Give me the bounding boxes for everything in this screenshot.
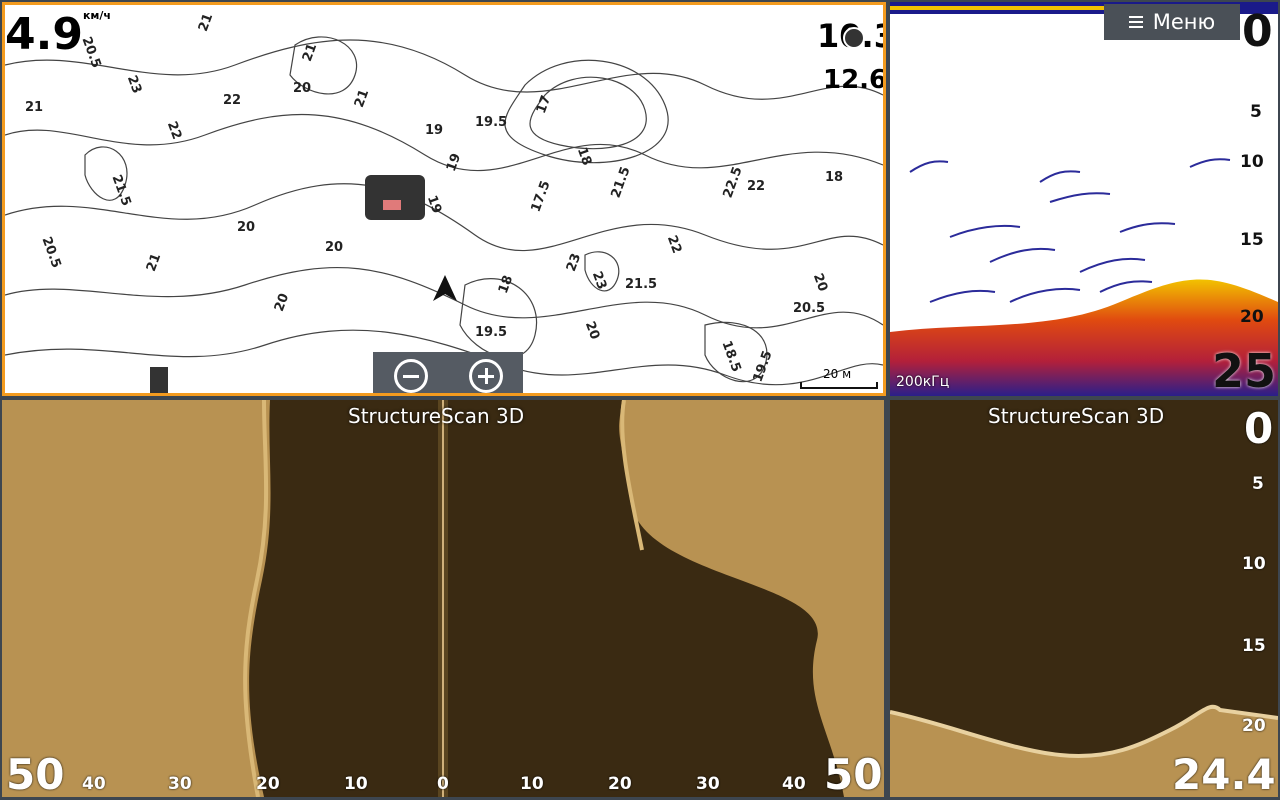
contour-depth-label: 22 [663,233,685,256]
contour-depth-label: 21.5 [625,277,658,292]
sidescan-panel[interactable]: StructureScan 3D 50 50 40 30 20 10 0 10 … [2,400,884,797]
contour-depth-label: 21 [299,41,321,64]
sonar-range: 25 [1212,344,1277,396]
contour-depth-label: 19.5 [475,325,508,340]
sidescan-tick: 10 [520,774,544,794]
contour-depth-label: 18 [495,273,517,296]
contour-depth-label: 21 [195,11,217,34]
contour-depth-label: 20 [271,291,293,314]
contour-label-layer: 21 20 23 21 22 20.5 17 19.5 18 17.5 19 22 21.5 20 20.5… [5,5,883,393]
sidescan-title: StructureScan 3D [348,404,525,428]
sonar-frequency: 200кГц [896,374,950,390]
sidescan-range-left: 50 [6,750,65,797]
contour-depth-label: 23 [563,251,585,274]
contour-depth-label: 21 [143,251,165,274]
downscan-tick: 5 [1252,474,1264,494]
contour-depth-label: 20 [237,220,256,235]
zoom-controls [373,352,523,393]
contour-depth-label: 22 [163,119,185,142]
downscan-tick: 15 [1242,636,1266,656]
speed-unit: км/ч [82,9,111,22]
contour-depth-label: 23 [588,269,610,292]
contour-depth-label: 18 [573,145,595,168]
sidescan-tick: 10 [344,774,368,794]
contour-depth-label: 20 [325,240,344,255]
sidescan-tick: 40 [82,774,106,794]
scale-label: 20 м [823,367,852,381]
contour-depth-label: 23 [123,73,145,96]
speed-value: 4.9 [5,9,83,60]
menu-label: Меню [1152,10,1216,34]
downscan-depth-top: 0 [1244,404,1274,453]
zoom-in-button[interactable] [468,359,503,393]
sidescan-range-right: 50 [824,750,883,797]
contour-depth-label: 18 [825,170,844,185]
contour-depth-label: 22 [747,179,766,194]
sonar-depth-top: 0 [1242,6,1273,57]
sidescan-tick: 30 [168,774,192,794]
chart-panel[interactable]: 21 20 23 21 22 20.5 17 19.5 18 17.5 19 22 21.5 20 20.5… [2,2,886,396]
sonar-panel[interactable]: 0 5 10 15 20 25 200кГц [890,2,1278,396]
downscan-tick: 10 [1242,554,1266,574]
hamburger-icon [1128,16,1143,28]
contour-depth-label: 19 [443,151,465,174]
downscan-panel[interactable]: StructureScan 3D 0 5 10 15 20 24.4 [890,400,1278,797]
downscan-title: StructureScan 3D [988,404,1165,428]
contour-depth-label: 20.5 [793,301,826,316]
contour-depth-label: 20 [809,271,831,294]
sonar-echo-image [890,2,1278,396]
contour-depth-label: 20.5 [38,234,64,271]
secondary-readout: 12.6в [823,65,886,95]
contour-depth-label: 19.5 [475,115,508,130]
compass-icon[interactable] [843,27,865,49]
menu-button[interactable]: Меню [1104,4,1240,40]
contour-depth-label: 17.5 [528,178,554,215]
contour-depth-label: 18.5 [718,338,744,375]
sonar-tick: 20 [1240,307,1264,327]
contour-depth-label: 19 [423,193,445,216]
contour-depth-label: 22.5 [720,164,746,201]
contour-depth-label: 21 [351,87,373,110]
sidescan-tick: 0 [437,774,449,794]
sonar-tick: 5 [1250,102,1262,122]
contour-depth-label: 20 [293,81,312,96]
speed-readout: 4.9км/ч [5,9,111,60]
zoom-out-button[interactable] [393,359,428,393]
contour-depth-label: 17 [533,93,555,116]
contour-depth-label: 20 [581,319,603,342]
sidescan-tick: 20 [256,774,280,794]
contour-depth-label: 21.5 [608,164,634,201]
sidescan-tick: 40 [782,774,806,794]
contour-depth-label: 21.5 [108,172,134,209]
downscan-tick: 20 [1242,716,1266,736]
contour-depth-label: 22 [223,93,242,108]
contour-depth-label: 19.5 [750,348,776,385]
downscan-range: 24.4 [1172,750,1276,797]
secondary-value: 12.6 [823,65,886,95]
contour-depth-label: 19 [425,123,444,138]
downscan-image [890,704,1278,797]
contour-depth-label: 21 [25,100,44,115]
sonar-tick: 15 [1240,230,1264,250]
sidescan-tick: 30 [696,774,720,794]
sidescan-image [2,400,884,797]
sidescan-tick: 20 [608,774,632,794]
sonar-tick: 10 [1240,152,1264,172]
